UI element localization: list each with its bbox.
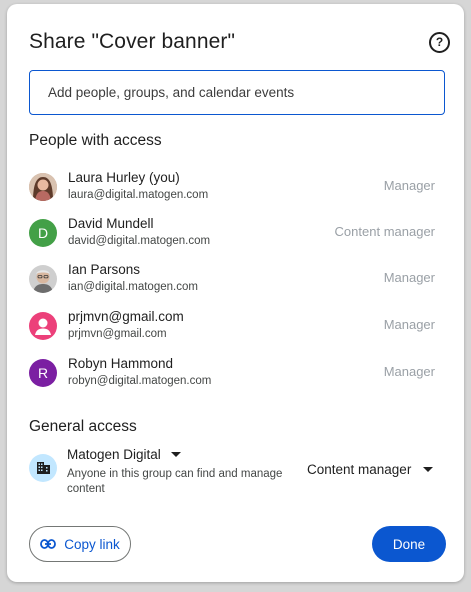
person-row: prjmvn@gmail.com prjmvn@gmail.com Manage…: [29, 309, 443, 345]
link-icon: [40, 539, 57, 549]
person-name: David Mundell: [68, 216, 154, 231]
person-role: Manager: [383, 317, 435, 332]
copy-link-label: Copy link: [64, 536, 120, 552]
avatar: [29, 265, 57, 293]
person-email: prjmvn@gmail.com: [68, 328, 167, 340]
person-icon: [35, 318, 51, 335]
person-row: R Robyn Hammond robyn@digital.matogen.co…: [29, 356, 443, 392]
avatar: [29, 312, 57, 340]
person-row: D David Mundell david@digital.matogen.co…: [29, 216, 443, 252]
help-icon[interactable]: ?: [429, 32, 450, 53]
person-email: laura@digital.matogen.com: [68, 189, 209, 201]
avatar: D: [29, 219, 57, 247]
person-email: david@digital.matogen.com: [68, 235, 211, 247]
chevron-down-icon: [170, 452, 181, 457]
person-role[interactable]: Content manager: [335, 224, 435, 239]
building-icon: [29, 454, 57, 482]
person-name: prjmvn@gmail.com: [68, 309, 184, 324]
chevron-down-icon: [423, 467, 434, 472]
general-access-role: Content manager: [307, 462, 412, 477]
person-name: Laura Hurley (you): [68, 170, 180, 185]
person-role: Manager: [383, 178, 435, 193]
add-people-input[interactable]: Add people, groups, and calendar events: [29, 70, 445, 115]
person-email: robyn@digital.matogen.com: [68, 375, 212, 387]
person-role: Manager: [383, 270, 435, 285]
person-name: Robyn Hammond: [68, 356, 174, 371]
general-access-role-dropdown[interactable]: Content manager: [307, 462, 434, 477]
avatar: R: [29, 359, 57, 387]
share-dialog: Share "Cover banner" ? Add people, group…: [7, 4, 464, 582]
person-name: Ian Parsons: [68, 262, 141, 277]
done-label: Done: [392, 536, 426, 552]
avatar: [29, 173, 57, 201]
general-access-description: Anyone in this group can find and manage…: [67, 468, 283, 495]
done-button[interactable]: Done: [372, 526, 446, 562]
person-role: Manager: [383, 364, 435, 379]
general-access-group-dropdown[interactable]: Matogen Digital: [67, 447, 181, 462]
copy-link-button[interactable]: Copy link: [29, 526, 131, 562]
person-row: Ian Parsons ian@digital.matogen.com Mana…: [29, 262, 443, 298]
add-people-placeholder: Add people, groups, and calendar events: [48, 85, 295, 100]
general-access-group: Matogen Digital: [67, 447, 161, 462]
general-access-heading: General access: [29, 418, 137, 435]
avatar-photo-icon: [29, 265, 57, 293]
dialog-title: Share "Cover banner": [29, 30, 236, 53]
person-email: ian@digital.matogen.com: [68, 281, 198, 293]
people-with-access-heading: People with access: [29, 132, 162, 149]
avatar-photo-icon: [29, 173, 57, 201]
person-row: Laura Hurley (you) laura@digital.matogen…: [29, 170, 443, 206]
